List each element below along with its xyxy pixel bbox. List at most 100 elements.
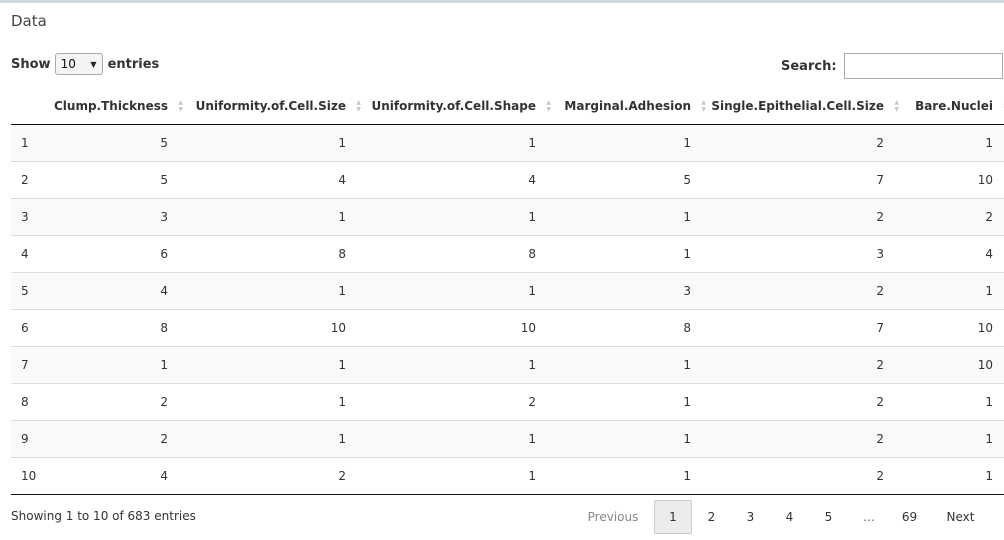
column-header-uniformity-cell-size[interactable]: Uniformity.of.Cell.Size ▲ ▼ <box>186 88 364 125</box>
sort-both-icon: ▲▼ <box>894 99 899 113</box>
table-row: 6 8 10 10 8 7 10 <box>11 308 1004 346</box>
table-cell: 8 <box>186 234 364 272</box>
table-cell: 2 <box>364 382 554 420</box>
table-cell: 2 <box>709 124 902 161</box>
show-label: Show <box>11 56 51 72</box>
table-cell: 1 <box>11 124 54 161</box>
table-cell: 2 <box>902 197 1004 235</box>
table-body: 1 5 1 1 1 2 1 2 5 4 4 5 7 10 3 3 1 1 1 2… <box>11 124 1004 495</box>
table-cell: 8 <box>11 382 54 420</box>
table-cell: 9 <box>11 419 54 457</box>
table-cell: 1 <box>364 345 554 383</box>
table-cell: 4 <box>364 160 554 198</box>
table-cell: 1 <box>902 419 1004 457</box>
table-row: 5 4 1 1 3 2 1 <box>11 271 1004 309</box>
table-cell: 7 <box>709 160 902 198</box>
table-cell: 3 <box>54 197 186 235</box>
table-cell: 1 <box>554 419 709 457</box>
box-title: Data <box>11 12 47 30</box>
table-cell: 2 <box>709 382 902 420</box>
table-row: 10 4 2 1 1 2 1 <box>11 456 1004 495</box>
table-cell: 3 <box>709 234 902 272</box>
table-cell: 5 <box>54 124 186 161</box>
entries-select-value: 10 <box>60 57 76 71</box>
table-cell: 1 <box>554 234 709 272</box>
table-cell: 1 <box>554 124 709 161</box>
pagination: Previous 1 2 3 4 5 … 69 Next <box>574 500 992 534</box>
page-button-3[interactable]: 3 <box>731 500 770 534</box>
table-cell: 4 <box>186 160 364 198</box>
table-cell: 6 <box>11 308 54 346</box>
table-cell: 1 <box>364 271 554 309</box>
table-row: 3 3 1 1 1 2 2 <box>11 197 1004 235</box>
table-cell: 1 <box>186 382 364 420</box>
table-row: 1 5 1 1 1 2 1 <box>11 124 1004 161</box>
table-cell: 3 <box>554 271 709 309</box>
table-cell: 7 <box>709 308 902 346</box>
page-button-2[interactable]: 2 <box>692 500 731 534</box>
table-cell: 4 <box>54 271 186 309</box>
column-header-marginal-adhesion[interactable]: Marginal.Adhesion ▲ ▼ <box>554 88 709 125</box>
table-cell: 10 <box>902 308 1004 346</box>
column-header-rownames[interactable] <box>11 88 54 125</box>
table-cell: 2 <box>709 271 902 309</box>
page-button-1[interactable]: 1 <box>654 500 692 534</box>
entries-label: entries <box>107 56 160 72</box>
table-cell: 3 <box>11 197 54 235</box>
table-cell: 1 <box>186 124 364 161</box>
length-menu: Show 10 ▼ entries <box>11 53 159 75</box>
table-cell: 1 <box>554 197 709 235</box>
search-input[interactable] <box>843 53 1003 79</box>
table-cell: 8 <box>554 308 709 346</box>
page-button-4[interactable]: 4 <box>770 500 809 534</box>
page-button-5[interactable]: 5 <box>809 500 848 534</box>
table-cell: 1 <box>554 456 709 495</box>
table-cell: 8 <box>364 234 554 272</box>
table-cell: 2 <box>709 197 902 235</box>
table-cell: 10 <box>11 456 54 495</box>
table-cell: 2 <box>186 456 364 495</box>
table-cell: 1 <box>186 419 364 457</box>
table-cell: 1 <box>902 271 1004 309</box>
column-header-clump-thickness[interactable]: Clump.Thickness ▲ ▼ <box>54 88 186 125</box>
table-cell: 1 <box>902 124 1004 161</box>
table-cell: 1 <box>54 345 186 383</box>
table-cell: 5 <box>54 160 186 198</box>
table-cell: 1 <box>186 197 364 235</box>
table-cell: 6 <box>54 234 186 272</box>
table-row: 9 2 1 1 1 2 1 <box>11 419 1004 457</box>
sort-both-icon: ▲▼ <box>178 99 183 113</box>
table-cell: 1 <box>364 124 554 161</box>
sort-both-icon: ▲▼ <box>701 99 706 113</box>
table-cell: 1 <box>186 271 364 309</box>
table-cell: 1 <box>364 456 554 495</box>
column-header-bare-nuclei[interactable]: Bare.Nuclei▲▼ <box>902 88 1004 125</box>
table-row: 4 6 8 8 1 3 4 <box>11 234 1004 272</box>
table-cell: 1 <box>554 382 709 420</box>
table-info: Showing 1 to 10 of 683 entries <box>11 509 196 523</box>
table-cell: 2 <box>54 382 186 420</box>
data-table-wrapper: Clump.Thickness ▲ ▼ Uniformity.of.Cell.Siz… <box>11 88 1004 495</box>
next-page-button[interactable]: Next <box>929 500 992 534</box>
previous-page-button[interactable]: Previous <box>574 500 652 534</box>
table-cell: 2 <box>54 419 186 457</box>
table-cell: 2 <box>709 456 902 495</box>
sort-both-icon: ▲▼ <box>546 99 551 113</box>
search-filter: Search: <box>781 53 1003 79</box>
table-row: 2 5 4 4 5 7 10 <box>11 160 1004 198</box>
table-cell: 1 <box>364 197 554 235</box>
table-cell: 1 <box>364 419 554 457</box>
sort-both-icon: ▲▼ <box>356 99 361 113</box>
column-header-uniformity-cell-shape[interactable]: Uniformity.of.Cell.Shape ▲ ▼ <box>364 88 554 125</box>
pagination-ellipsis: … <box>863 510 875 524</box>
entries-select[interactable]: 10 ▼ <box>54 53 103 75</box>
table-cell: 8 <box>54 308 186 346</box>
table-cell: 1 <box>902 456 1004 495</box>
table-cell: 10 <box>902 160 1004 198</box>
table-cell: 4 <box>902 234 1004 272</box>
column-header-single-epithelial-cell-size[interactable]: Single.Epithelial.Cell.Size ▲ ▼ <box>709 88 902 125</box>
table-cell: 4 <box>11 234 54 272</box>
table-cell: 2 <box>11 160 54 198</box>
page-button-69[interactable]: 69 <box>890 500 929 534</box>
table-cell: 10 <box>902 345 1004 383</box>
